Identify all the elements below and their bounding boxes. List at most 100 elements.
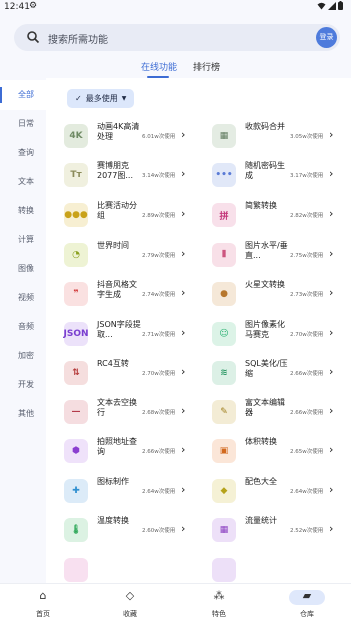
tool-icon-glyph: JSON [63,329,89,339]
signal-icon [328,1,336,10]
tool-name: SQL美化/压缩 [245,359,288,378]
tool-name: 拍照地址查询 [97,437,137,456]
tool-item[interactable]: 4K 动画4K高清处理 6.01w次使用 › [64,116,214,156]
tool-item[interactable]: ▦ 流量统计 2.52w次使用 › [212,510,351,550]
tool-item[interactable]: ⬢ 拍照地址查询 2.66w次使用 › [64,431,214,471]
tool-item[interactable]: — 文本去空换行 2.68w次使用 › [64,392,214,432]
tool-usage-count: 2.89w次使用 [142,213,176,219]
password-icon: ••• [212,163,236,187]
sidebar-item-audio[interactable]: 音频 [0,312,46,342]
tool-item[interactable]: ● 火星文转换 2.73w次使用 › [212,274,351,314]
battery-icon [338,1,343,10]
tool-icon-glyph: Tт [70,170,82,180]
login-button[interactable]: 登录 [316,27,337,48]
group-icon: ●●● [64,203,88,227]
chevron-right-icon: › [329,247,334,260]
search-placeholder[interactable]: 搜索所需功能 [48,31,108,46]
stats-icon: ▦ [212,518,236,542]
sidebar-item-video[interactable]: 视频 [0,283,46,313]
nav-favorites[interactable]: ◇ 收藏 [100,588,160,622]
tool-item[interactable]: ⫴ 图片水平/垂直... 2.75w次使用 › [212,235,351,275]
tool-item[interactable]: ●●● 比赛活动分组 2.89w次使用 › [64,195,214,235]
tool-usage-count: 3.14w次使用 [142,173,176,179]
tool-usage-count: 2.71w次使用 [142,332,176,338]
tool-usage-count: 3.17w次使用 [290,173,324,179]
chevron-right-icon: › [181,286,186,299]
nav-featured[interactable]: ⁂ 特色 [189,588,249,622]
chevron-right-icon: › [329,443,334,456]
tool-item[interactable]: 🌡 温度转换 2.60w次使用 › [64,510,214,550]
nav-home[interactable]: ⌂ 首页 [13,588,73,622]
sidebar-item-convert[interactable]: 转换 [0,196,46,226]
tool-item[interactable]: JSON JSON字段提取... 2.71w次使用 › [64,314,214,354]
tool-item[interactable]: ▦ 收款码合并 3.05w次使用 › [212,116,351,156]
tool-usage-count: 2.52w次使用 [290,528,324,534]
swap-icon: ⇅ [64,361,88,385]
tool-item[interactable]: ✚ 图标制作 2.64w次使用 › [64,471,214,511]
tool-icon-glyph: ••• [215,170,233,180]
tool-item[interactable]: ⇅ RC4互转 2.70w次使用 › [64,353,214,393]
tool-name: 图片水平/垂直... [245,241,288,260]
settings-status-icon: ⚙ [29,1,38,11]
partial-icon [64,558,88,582]
tool-usage-count: 2.66w次使用 [290,410,324,416]
sidebar-item-label: 计算 [18,235,34,244]
status-right [317,1,343,10]
tool-usage-count: 2.60w次使用 [142,528,176,534]
sidebar-item-label: 图像 [18,264,34,273]
tool-item[interactable]: 拼 简繁转换 2.82w次使用 › [212,195,351,235]
tool-item[interactable]: ◔ 世界时间 2.79w次使用 › [64,235,214,275]
tool-item[interactable]: ≋ SQL美化/压缩 2.66w次使用 › [212,353,351,393]
tool-list: ✓ 最多使用 ▼ 4K 动画4K高清处理 6.01w次使用 › ▦ 收款码合并 3.05w次… [46,78,351,583]
nav-label: 首页 [36,610,50,618]
tab-ranking[interactable]: 排行榜 [193,60,220,73]
sidebar-item-other[interactable]: 其他 [0,399,46,429]
chevron-right-icon: › [329,286,334,299]
sidebar-item-query[interactable]: 查询 [0,138,46,168]
box-icon: ▣ [212,439,236,463]
chevron-right-icon: › [181,365,186,378]
tool-item[interactable]: ◆ 配色大全 2.64w次使用 › [212,471,351,511]
tool-item[interactable] [64,550,214,583]
sidebar-item-label: 开发 [18,380,34,389]
tool-item[interactable]: ✎ 富文本编辑器 2.66w次使用 › [212,392,351,432]
nav-warehouse[interactable]: ▰ 仓库 [277,588,337,622]
qr-merge-icon: ▦ [212,124,236,148]
tab-online-functions[interactable]: 在线功能 [141,60,177,73]
tool-row: ❞ 抖音风格文字生成 2.74w次使用 › ● 火星文转换 2.73w次使用 › [46,274,351,314]
tool-row: ◔ 世界时间 2.79w次使用 › ⫴ 图片水平/垂直... 2.75w次使用 › [46,235,351,275]
tool-usage-count: 2.74w次使用 [142,292,176,298]
tool-row: Tт 赛博朋克2077图... 3.14w次使用 › ••• 随机密码生成 3.17w次使用… [46,155,351,195]
search-bar[interactable]: 搜索所需功能 登录 [14,24,340,51]
tool-usage-count: 3.05w次使用 [290,134,324,140]
tool-usage-count: 6.01w次使用 [142,134,176,140]
tool-name: 抖音风格文字生成 [97,280,137,299]
tool-usage-count: 2.82w次使用 [290,213,324,219]
tool-item[interactable]: ▣ 体积转换 2.65w次使用 › [212,431,351,471]
chevron-right-icon: › [181,207,186,220]
tool-item[interactable]: ☺ 图片像素化马赛克 2.70w次使用 › [212,314,351,354]
tool-icon-glyph: ●●● [64,210,88,220]
sidebar-item-encrypt[interactable]: 加密 [0,341,46,371]
sidebar-item-calculate[interactable]: 计算 [0,225,46,255]
tool-item[interactable]: ❞ 抖音风格文字生成 2.74w次使用 › [64,274,214,314]
chevron-right-icon: › [329,167,334,180]
tool-icon-glyph: ✎ [220,407,228,417]
sidebar-item-daily[interactable]: 日常 [0,109,46,139]
sidebar-item-image[interactable]: 图像 [0,254,46,284]
search-icon [27,31,40,44]
sidebar-item-all[interactable]: 全部 [0,80,46,110]
edit-icon: ✎ [212,400,236,424]
tool-item[interactable]: Tт 赛博朋克2077图... 3.14w次使用 › [64,155,214,195]
tool-row: ⬢ 拍照地址查询 2.66w次使用 › ▣ 体积转换 2.65w次使用 › [46,431,351,471]
tool-item[interactable]: ••• 随机密码生成 3.17w次使用 › [212,155,351,195]
sidebar-item-label: 加密 [18,351,34,360]
tool-name: 简繁转换 [245,201,277,210]
sort-filter-chip[interactable]: ✓ 最多使用 ▼ [67,89,135,108]
sidebar-item-develop[interactable]: 开发 [0,370,46,400]
bottom-nav: ⌂ 首页 ◇ 收藏 ⁂ 特色 ▰ 仓库 [0,583,351,624]
tool-item[interactable] [212,550,351,583]
tool-usage-count: 2.70w次使用 [290,332,324,338]
sidebar-item-text[interactable]: 文本 [0,167,46,197]
tool-icon-glyph: ⫴ [222,250,226,260]
